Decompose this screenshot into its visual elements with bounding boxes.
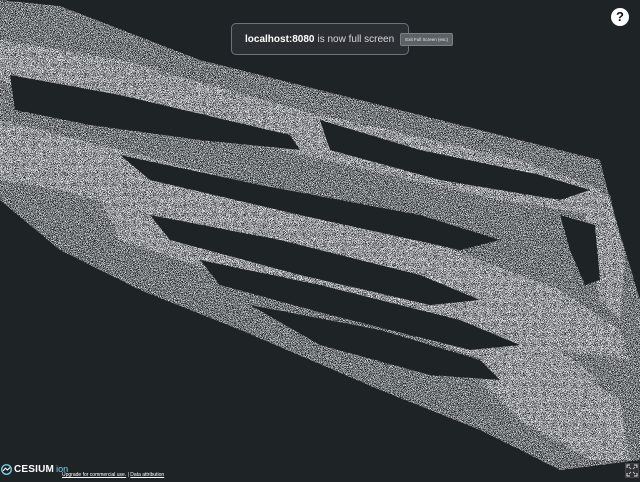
point-cloud: [0, 0, 640, 480]
fullscreen-button[interactable]: [625, 463, 639, 478]
help-button[interactable]: ?: [611, 8, 629, 26]
credits-separator: |: [127, 472, 129, 478]
fullscreen-icon: [626, 464, 638, 477]
data-attribution-link[interactable]: Data attribution: [130, 472, 164, 478]
fullscreen-banner: localhost:8080 is now full screen Exit F…: [231, 23, 453, 55]
banner-host: localhost:8080: [245, 33, 315, 45]
cesium-ion-logo[interactable]: CESIUM ion: [1, 461, 68, 477]
3d-viewport[interactable]: [0, 0, 640, 480]
exit-fullscreen-button[interactable]: Exit Full Screen (esc): [400, 32, 453, 46]
upgrade-link[interactable]: Upgrade for commercial use.: [62, 472, 126, 478]
credits-bar: Upgrade for commercial use. | Data attri…: [62, 472, 164, 478]
banner-message: is now full screen: [317, 33, 395, 45]
logo-cesium-text: CESIUM: [14, 463, 55, 475]
ion-mark-icon: [1, 463, 12, 475]
